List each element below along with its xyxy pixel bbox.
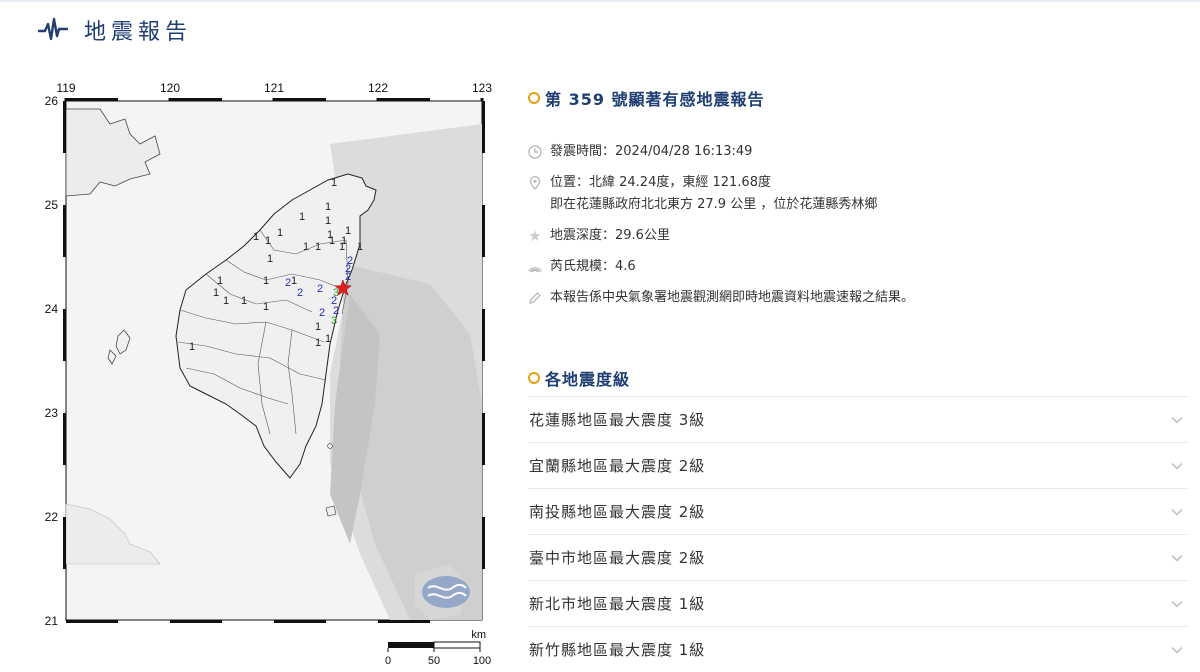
station-intensity: 1 — [315, 321, 321, 333]
station-intensity: 3 — [331, 315, 337, 327]
intensity-map[interactable]: 119 120 121 122 123 26 25 24 23 22 21 1 … — [30, 74, 500, 672]
origin-time-row: 發震時間：2024/04/28 16:13:49 — [528, 144, 1188, 160]
intensity-item-new-taipei[interactable]: 新北市地區最大震度 1級 — [528, 580, 1188, 626]
report-title: 第 359 號顯著有感地震報告 — [545, 90, 765, 109]
scale-label: 50 — [428, 655, 440, 667]
cwa-logo — [422, 576, 470, 608]
scale-label: 100 — [473, 655, 491, 667]
station-intensity: 1 — [265, 235, 271, 247]
location-row: 位置：北緯 24.24度，東經 121.68度 即在花蓮縣政府北北東方 27.9… — [528, 175, 1188, 213]
station-intensity: 1 — [263, 275, 269, 287]
location-coordinates: 位置：北緯 24.24度，東經 121.68度 — [550, 175, 771, 190]
bullet-icon — [528, 92, 540, 104]
station-intensity: 1 — [277, 227, 283, 239]
scale-bar: km 0 50 100 — [385, 629, 491, 667]
chevron-down-icon — [1171, 416, 1183, 424]
report-note: 本報告係中央氣象署地震觀測網即時地震資料地震速報之結果。 — [550, 290, 915, 305]
lon-tick-label: 121 — [264, 81, 284, 95]
lat-tick-label: 25 — [45, 198, 59, 212]
station-intensity: 1 — [325, 333, 331, 345]
station-intensity: 1 — [345, 225, 351, 237]
intensity-item-label: 臺中市地區最大震度 2級 — [529, 549, 706, 567]
depth-star-icon — [528, 229, 542, 243]
lat-tick-label: 23 — [45, 406, 59, 420]
station-intensity: 1 — [267, 253, 273, 265]
station-intensity: 1 — [241, 295, 247, 307]
top-divider — [0, 0, 1200, 2]
station-intensity: 1 — [303, 241, 309, 253]
lon-tick-label: 122 — [368, 81, 388, 95]
chevron-down-icon — [1171, 462, 1183, 470]
station-intensity: 1 — [223, 295, 229, 307]
lat-tick-label: 22 — [45, 510, 59, 524]
report-info: 發震時間：2024/04/28 16:13:49 位置：北緯 24.24度，東經… — [528, 144, 1188, 321]
scale-unit: km — [471, 629, 486, 641]
station-intensity: 1 — [217, 275, 223, 287]
station-intensity: 1 — [315, 337, 321, 349]
scale-label: 0 — [385, 655, 391, 667]
location-pin-icon — [528, 176, 542, 191]
intensity-item-hsinchu[interactable]: 新竹縣地區最大震度 1級 — [528, 626, 1188, 672]
depth-row: 地震深度：29.6公里 — [528, 228, 1188, 244]
intensity-heading: 各地震度級 — [528, 366, 630, 390]
report-heading: 第 359 號顯著有感地震報告 — [528, 86, 765, 110]
station-intensity: 3 — [333, 287, 339, 299]
intensity-title: 各地震度級 — [545, 370, 631, 389]
intensity-item-label: 南投縣地區最大震度 2級 — [529, 503, 706, 521]
station-intensity: 2 — [319, 307, 325, 319]
seismograph-icon — [38, 17, 68, 41]
lon-tick-label: 120 — [160, 81, 180, 95]
origin-time: 發震時間：2024/04/28 16:13:49 — [550, 144, 753, 159]
depth-value: 地震深度：29.6公里 — [550, 228, 670, 243]
station-intensity: 2 — [317, 283, 323, 295]
station-intensity: 2 — [297, 287, 303, 299]
note-row: 本報告係中央氣象署地震觀測網即時地震資料地震速報之結果。 — [528, 290, 1188, 306]
station-intensity: 1 — [357, 241, 363, 253]
station-intensity: 1 — [325, 215, 331, 227]
page-title: 地震報告 — [84, 20, 193, 45]
lon-tick-label: 123 — [472, 81, 492, 95]
chevron-down-icon — [1171, 600, 1183, 608]
station-intensity: 1 — [325, 201, 331, 213]
intensity-item-label: 宜蘭縣地區最大震度 2級 — [529, 457, 706, 475]
chevron-down-icon — [1171, 646, 1183, 654]
station-intensity: 1 — [291, 275, 297, 287]
intensity-item-label: 花蓮縣地區最大震度 3級 — [529, 411, 706, 429]
station-intensity: 2 — [345, 271, 351, 283]
station-intensity: 1 — [339, 241, 345, 253]
station-intensity: 1 — [315, 241, 321, 253]
station-intensity: 1 — [253, 231, 259, 243]
intensity-item-hualien[interactable]: 花蓮縣地區最大震度 3級 — [528, 396, 1188, 442]
lon-tick-label: 119 — [56, 81, 75, 95]
chevron-down-icon — [1171, 554, 1183, 562]
chevron-down-icon — [1171, 508, 1183, 516]
wave-icon — [528, 260, 542, 274]
station-intensity: 2 — [285, 277, 291, 289]
lat-tick-label: 26 — [45, 94, 59, 108]
bullet-icon — [528, 372, 540, 384]
magnitude-row: 芮氏規模：4.6 — [528, 259, 1188, 275]
lat-tick-label: 21 — [45, 614, 59, 628]
station-intensity: 1 — [299, 211, 305, 223]
station-intensity: 1 — [263, 301, 269, 313]
pen-icon — [528, 291, 542, 305]
station-intensity: 1 — [331, 177, 337, 189]
station-intensity: 1 — [327, 229, 333, 241]
intensity-list: 花蓮縣地區最大震度 3級 宜蘭縣地區最大震度 2級 南投縣地區最大震度 2級 臺… — [528, 396, 1188, 672]
intensity-item-taichung[interactable]: 臺中市地區最大震度 2級 — [528, 534, 1188, 580]
page-header: 地震報告 — [38, 12, 192, 48]
location-description: 即在花蓮縣政府北北東方 27.9 公里 ，位於花蓮縣秀林鄉 — [550, 197, 878, 212]
intensity-item-label: 新北市地區最大震度 1級 — [529, 595, 706, 613]
intensity-item-nantou[interactable]: 南投縣地區最大震度 2級 — [528, 488, 1188, 534]
lat-tick-label: 24 — [45, 302, 59, 316]
intensity-item-label: 新竹縣地區最大震度 1級 — [529, 641, 706, 659]
intensity-item-yilan[interactable]: 宜蘭縣地區最大震度 2級 — [528, 442, 1188, 488]
magnitude-value: 芮氏規模：4.6 — [550, 259, 636, 274]
station-intensity: 1 — [213, 287, 219, 299]
station-intensity: 1 — [189, 341, 195, 353]
clock-icon — [528, 145, 542, 159]
